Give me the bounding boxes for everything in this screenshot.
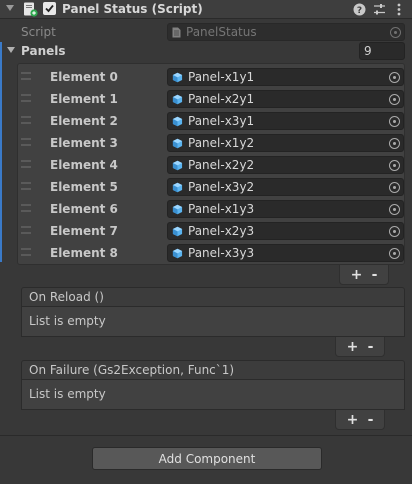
target-icon[interactable]: [389, 204, 400, 215]
help-icon[interactable]: ?: [351, 1, 367, 17]
target-icon[interactable]: [389, 94, 400, 105]
element-object-field[interactable]: Panel-x2y1: [167, 90, 404, 108]
add-component-button[interactable]: Add Component: [92, 447, 322, 470]
cube-icon: [172, 72, 183, 83]
sliders-icon[interactable]: [371, 1, 387, 17]
on-reload-footer: + -: [335, 337, 385, 357]
script-field-value: PanelStatus: [186, 25, 257, 39]
element-object-field[interactable]: Panel-x1y1: [167, 68, 404, 86]
on-failure-event-body: List is empty: [21, 380, 405, 410]
list-item: Element 3 Panel-x1y2: [18, 132, 404, 154]
element-label: Element 4: [50, 158, 118, 172]
element-value: Panel-x1y3: [188, 202, 255, 216]
panels-list-footer: + -: [339, 265, 389, 285]
remove-element-button[interactable]: -: [372, 268, 378, 282]
element-label: Element 1: [50, 92, 118, 106]
on-failure-event-header: On Failure (Gs2Exception, Func`1): [21, 360, 405, 380]
drag-handle-icon[interactable]: [21, 160, 31, 168]
cube-icon: [172, 94, 183, 105]
element-object-field[interactable]: Panel-x2y3: [167, 222, 404, 240]
panels-fold-icon[interactable]: [7, 47, 15, 53]
element-object-field[interactable]: Panel-x1y3: [167, 200, 404, 218]
drag-handle-icon[interactable]: [21, 248, 31, 256]
element-value: Panel-x1y1: [188, 70, 255, 84]
element-label: Element 6: [50, 202, 118, 216]
list-item: Element 5 Panel-x3y2: [18, 176, 404, 198]
list-item: Element 2 Panel-x3y1: [18, 110, 404, 132]
element-label: Element 5: [50, 180, 118, 194]
list-item: Element 7 Panel-x2y3: [18, 220, 404, 242]
cube-icon: [172, 248, 183, 259]
drag-handle-icon[interactable]: [21, 204, 31, 212]
panels-label: Panels: [21, 44, 66, 58]
target-icon[interactable]: [389, 116, 400, 127]
on-reload-remove-button[interactable]: -: [368, 340, 374, 354]
on-failure-remove-button[interactable]: -: [368, 413, 374, 427]
target-icon[interactable]: [389, 72, 400, 83]
cube-icon: [172, 182, 183, 193]
script-icon: [23, 2, 38, 17]
list-item: Element 6 Panel-x1y3: [18, 198, 404, 220]
cube-icon: [172, 160, 183, 171]
element-label: Element 3: [50, 136, 118, 150]
list-item: Element 4 Panel-x2y2: [18, 154, 404, 176]
element-object-field[interactable]: Panel-x1y2: [167, 134, 404, 152]
drag-handle-icon[interactable]: [21, 182, 31, 190]
element-value: Panel-x3y2: [188, 180, 255, 194]
drag-handle-icon[interactable]: [21, 72, 31, 80]
target-icon[interactable]: [389, 138, 400, 149]
element-object-field[interactable]: Panel-x2y2: [167, 156, 404, 174]
target-icon[interactable]: [389, 182, 400, 193]
element-label: Element 2: [50, 114, 118, 128]
component-title: Panel Status (Script): [62, 2, 203, 16]
element-value: Panel-x3y3: [188, 246, 255, 260]
target-icon[interactable]: [389, 226, 400, 237]
element-object-field[interactable]: Panel-x3y1: [167, 112, 404, 130]
list-item: Element 0 Panel-x1y1: [18, 66, 404, 88]
list-item: Element 1 Panel-x2y1: [18, 88, 404, 110]
drag-handle-icon[interactable]: [21, 116, 31, 124]
drag-handle-icon[interactable]: [21, 138, 31, 146]
cube-icon: [172, 204, 183, 215]
add-element-button[interactable]: +: [351, 268, 363, 282]
drag-handle-icon[interactable]: [21, 94, 31, 102]
panels-size-input[interactable]: 9: [359, 42, 405, 60]
drag-handle-icon[interactable]: [21, 226, 31, 234]
kebab-menu-icon[interactable]: [391, 1, 407, 17]
element-value: Panel-x2y3: [188, 224, 255, 238]
element-label: Element 8: [50, 246, 118, 260]
on-reload-event-body: List is empty: [21, 307, 405, 337]
list-item: Element 8 Panel-x3y3: [18, 242, 404, 264]
target-icon[interactable]: [389, 248, 400, 259]
on-reload-add-button[interactable]: +: [347, 340, 359, 354]
component-header: Panel Status (Script) ?: [0, 0, 412, 19]
element-value: Panel-x2y2: [188, 158, 255, 172]
element-object-field[interactable]: Panel-x3y2: [167, 178, 404, 196]
on-failure-footer: + -: [335, 410, 385, 430]
svg-text:?: ?: [356, 6, 361, 16]
on-reload-event-header: On Reload (): [21, 287, 405, 307]
element-label: Element 7: [50, 224, 118, 238]
script-file-icon: [172, 27, 181, 37]
cube-icon: [172, 226, 183, 237]
on-failure-add-button[interactable]: +: [347, 413, 359, 427]
target-icon: [390, 27, 401, 38]
element-value: Panel-x3y1: [188, 114, 255, 128]
script-label: Script: [21, 25, 56, 39]
cube-icon: [172, 116, 183, 127]
cube-icon: [172, 138, 183, 149]
target-icon[interactable]: [389, 160, 400, 171]
element-value: Panel-x1y2: [188, 136, 255, 150]
element-object-field[interactable]: Panel-x3y3: [167, 244, 404, 262]
element-value: Panel-x2y1: [188, 92, 255, 106]
selection-bar: [0, 42, 2, 262]
element-label: Element 0: [50, 70, 118, 84]
enabled-checkbox[interactable]: [43, 2, 56, 15]
fold-triangle-icon[interactable]: [6, 5, 14, 11]
divider: [0, 435, 412, 436]
script-field: PanelStatus: [167, 23, 405, 41]
